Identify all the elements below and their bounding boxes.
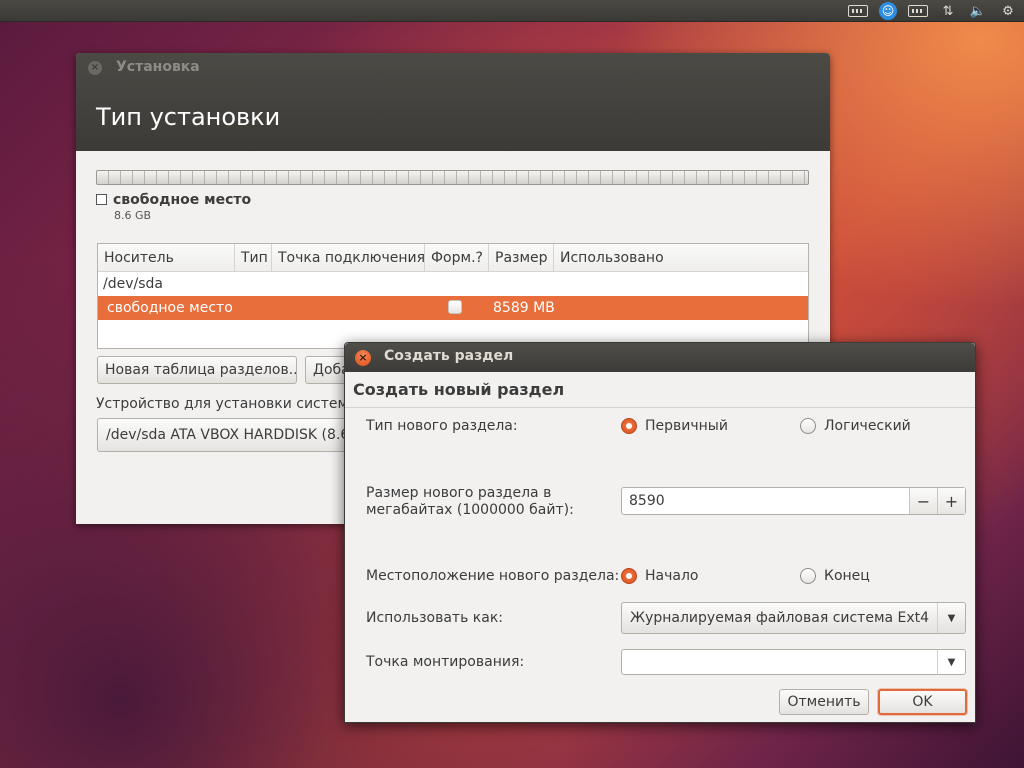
new-partition-table-button[interactable]: Новая таблица разделов... <box>97 356 297 384</box>
mount-point-label: Точка монтирования: <box>366 654 525 670</box>
radio-end-label: Конец <box>824 568 870 584</box>
radio-dot <box>621 568 637 584</box>
radio-primary-label: Первичный <box>645 418 728 434</box>
gear-icon[interactable]: ⚙ <box>998 2 1018 20</box>
partition-size-input[interactable] <box>622 488 909 514</box>
table-row-selected[interactable]: свободное место 8589 MB <box>98 296 808 320</box>
network-icon[interactable]: ⇅ <box>938 2 958 20</box>
radio-dot <box>621 418 637 434</box>
column-header-device[interactable]: Носитель <box>98 244 235 271</box>
row-device: свободное место <box>107 300 233 316</box>
radio-end[interactable]: Конец <box>800 568 870 584</box>
bootloader-device-select[interactable]: /dev/sda ATA VBOX HARDDISK (8.6 GB) <box>97 418 357 452</box>
disk-usage-bar <box>96 170 809 185</box>
partition-size-label: Размер нового раздела в мегабайтах (1000… <box>366 485 574 519</box>
column-header-format[interactable]: Форм.? <box>425 244 489 271</box>
chevron-down-icon[interactable]: ▼ <box>937 650 965 674</box>
filesystem-value: Журналируемая файловая система Ext4 <box>630 610 930 626</box>
volume-icon[interactable]: 🔈 <box>968 2 988 20</box>
keyboard-icon[interactable] <box>848 2 868 20</box>
plus-button[interactable]: + <box>937 488 965 514</box>
dialog-title: Создать раздел <box>384 348 514 364</box>
row-size: 8589 MB <box>493 300 555 316</box>
legend-label: свободное место <box>113 192 252 208</box>
partition-type-label: Тип нового раздела: <box>366 418 518 434</box>
chevron-down-icon: ▼ <box>937 603 965 633</box>
keyboard-layout-icon[interactable] <box>908 2 928 20</box>
system-tray: ☺ ⇅ 🔈 ⚙ <box>848 2 1018 20</box>
partition-location-label: Местоположение нового раздела: <box>366 568 620 584</box>
divider <box>345 407 975 408</box>
mount-point-combo[interactable]: ▼ <box>621 649 966 675</box>
table-header: Носитель Тип Точка подключения Форм.? Ра… <box>98 244 808 272</box>
top-panel: ☺ ⇅ 🔈 ⚙ <box>0 0 1024 22</box>
column-header-size[interactable]: Размер <box>489 244 554 271</box>
use-as-label: Использовать как: <box>366 610 503 626</box>
page-title: Тип установки <box>96 103 281 131</box>
dialog-heading: Создать новый раздел <box>353 380 565 399</box>
installer-titlebar: × Установка Тип установки <box>76 53 830 151</box>
column-header-mount[interactable]: Точка подключения <box>272 244 425 271</box>
minus-button[interactable]: − <box>909 488 937 514</box>
dialog-titlebar: × Создать раздел <box>345 343 975 372</box>
column-header-used[interactable]: Использовано <box>554 244 670 271</box>
size-label-line2: мегабайтах (1000000 байт): <box>366 502 574 518</box>
filesystem-select[interactable]: Журналируемая файловая система Ext4 ▼ <box>621 602 966 634</box>
radio-dot <box>800 418 816 434</box>
legend-size: 8.6 GB <box>114 209 152 222</box>
radio-beginning[interactable]: Начало <box>621 568 698 584</box>
column-header-type[interactable]: Тип <box>235 244 272 271</box>
disk-legend: свободное место 8.6 GB <box>96 192 251 222</box>
radio-dot <box>800 568 816 584</box>
cancel-button[interactable]: Отменить <box>779 689 869 715</box>
radio-logical[interactable]: Логический <box>800 418 911 434</box>
radio-beginning-label: Начало <box>645 568 699 584</box>
radio-primary[interactable]: Первичный <box>621 418 728 434</box>
ok-button[interactable]: OK <box>878 689 967 715</box>
table-row-device[interactable]: /dev/sda <box>98 272 808 296</box>
legend-swatch <box>96 194 107 205</box>
accessibility-icon[interactable]: ☺ <box>878 2 898 20</box>
close-icon[interactable]: × <box>355 350 371 366</box>
format-checkbox[interactable] <box>448 300 462 314</box>
close-icon[interactable]: × <box>88 61 102 75</box>
size-label-line1: Размер нового раздела в <box>366 485 552 501</box>
window-title: Установка <box>116 59 200 75</box>
device-name: /dev/sda <box>103 276 163 292</box>
partition-size-spinner[interactable]: − + <box>621 487 966 515</box>
radio-logical-label: Логический <box>824 418 911 434</box>
partition-table[interactable]: Носитель Тип Точка подключения Форм.? Ра… <box>97 243 809 349</box>
create-partition-dialog: × Создать раздел Создать новый раздел Ти… <box>344 342 976 723</box>
